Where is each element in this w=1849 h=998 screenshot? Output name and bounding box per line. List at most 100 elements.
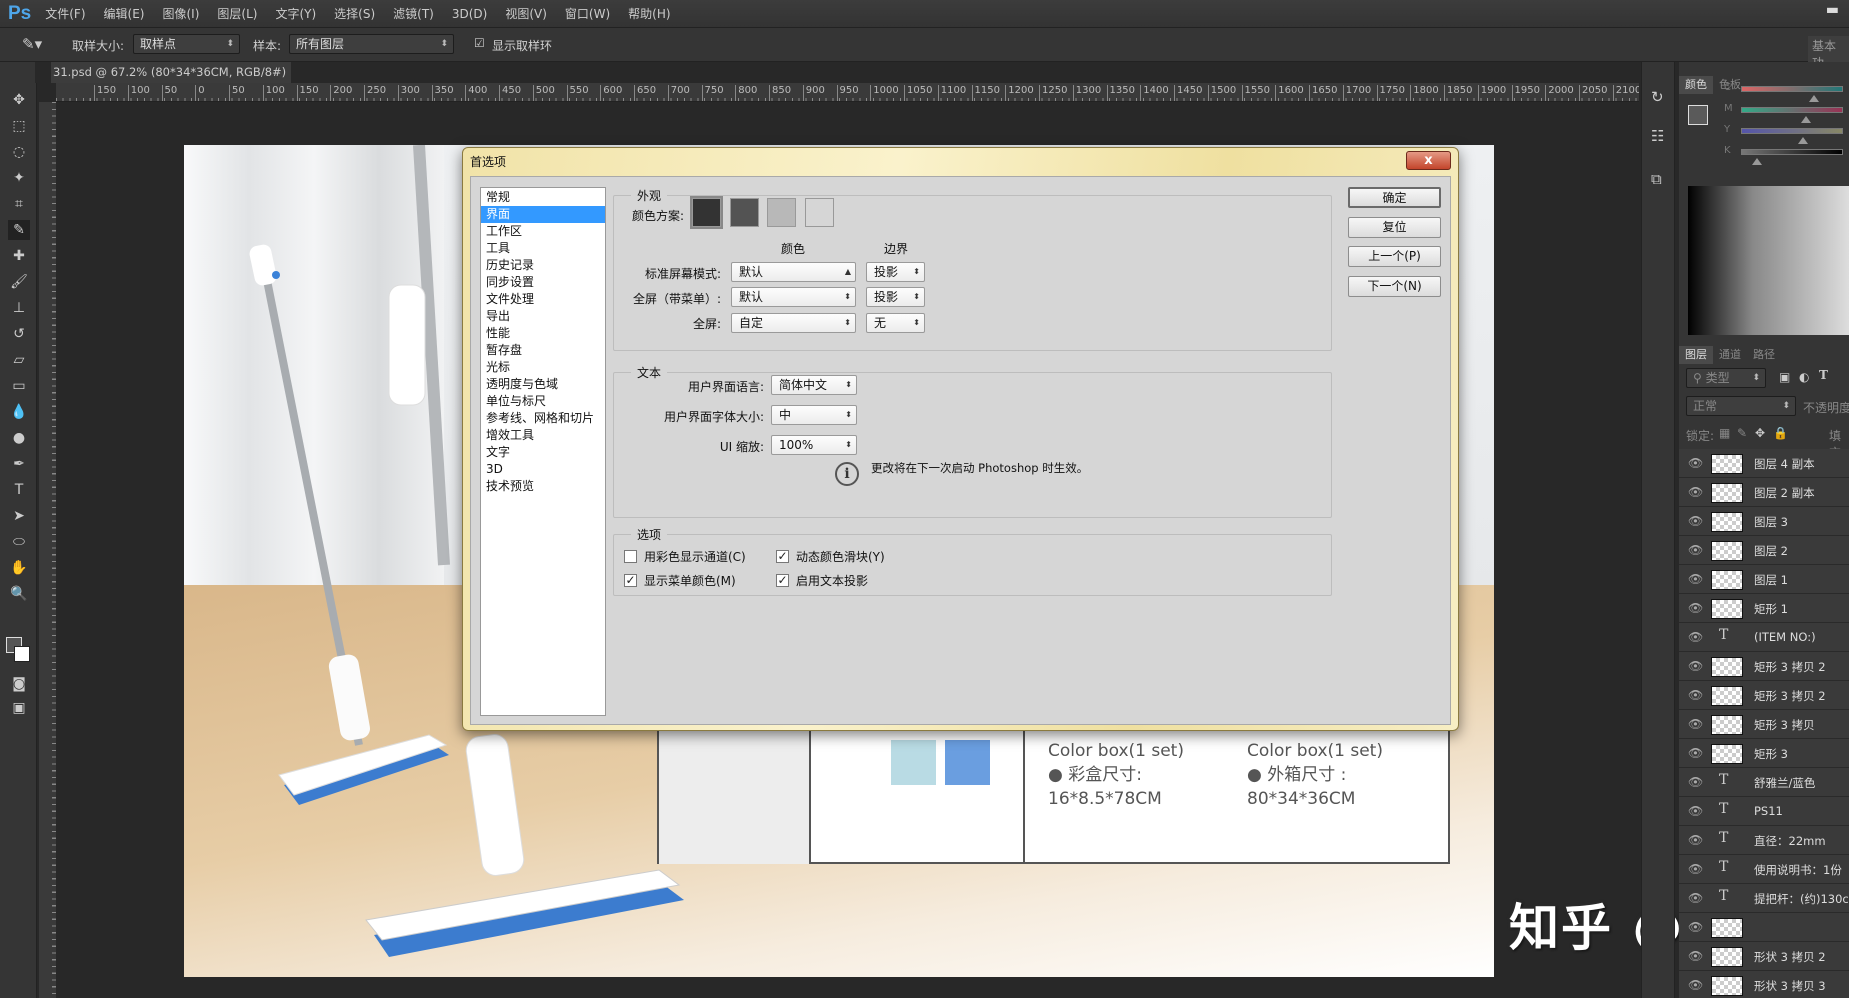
visibility-eye-icon[interactable]: 👁 [1688, 543, 1703, 557]
channel-slider-m[interactable] [1741, 107, 1843, 123]
visibility-eye-icon[interactable]: 👁 [1688, 891, 1703, 905]
fullscreen-color-select[interactable]: 自定 ⬍ [731, 313, 856, 333]
slider-thumb[interactable] [1798, 137, 1808, 144]
color-scheme-dark[interactable] [730, 198, 759, 227]
layer-row[interactable]: 👁 T 舒雅兰/蓝色 [1679, 768, 1849, 797]
eyedropper-tool-icon[interactable]: ✎ [8, 220, 30, 240]
gradient-tool-icon[interactable]: ▭ [8, 376, 30, 396]
category-item[interactable]: 工具 [481, 240, 605, 257]
fullscreen-border-select[interactable]: 无 ⬍ [866, 313, 925, 333]
menu-help[interactable]: 帮助(H) [628, 5, 670, 22]
visibility-eye-icon[interactable]: 👁 [1688, 514, 1703, 528]
history-panel-icon[interactable]: ↻ [1651, 88, 1664, 106]
layer-row[interactable]: 👁 矩形 3 拷贝 [1679, 710, 1849, 739]
channel-slider-c[interactable] [1741, 86, 1843, 102]
eraser-tool-icon[interactable]: ▱ [8, 350, 30, 370]
layer-row[interactable]: 👁 矩形 3 拷贝 2 [1679, 652, 1849, 681]
path-select-icon[interactable]: ➤ [8, 506, 30, 526]
document-tab[interactable]: 31.psd @ 67.2% (80*34*36CM, RGB/8#) × [51, 62, 291, 100]
lock-pixels-icon[interactable]: ✎ [1737, 426, 1747, 440]
color-scheme-light[interactable] [805, 198, 834, 227]
layer-row[interactable]: 👁 矩形 1 [1679, 594, 1849, 623]
vertical-ruler[interactable] [39, 102, 56, 998]
menu-3d[interactable]: 3D(D) [452, 7, 487, 21]
history-brush-icon[interactable]: ↺ [8, 324, 30, 344]
visibility-eye-icon[interactable]: 👁 [1688, 572, 1703, 586]
previous-button[interactable]: 上一个(P) [1348, 246, 1441, 267]
visibility-eye-icon[interactable]: 👁 [1688, 920, 1703, 934]
dynamic-sliders-checkbox[interactable]: ✓ [776, 550, 789, 563]
fullscreen-menu-border-select[interactable]: 投影 ⬍ [866, 287, 925, 307]
show-ring-checkbox[interactable]: ☑ [474, 36, 485, 50]
standard-mode-border-select[interactable]: 投影 ⬍ [866, 262, 925, 282]
menu-edit[interactable]: 编辑(E) [104, 5, 145, 22]
category-item[interactable]: 增效工具 [481, 427, 605, 444]
category-item[interactable]: 常规 [481, 189, 605, 206]
slider-thumb[interactable] [1752, 158, 1762, 165]
visibility-eye-icon[interactable]: 👁 [1688, 949, 1703, 963]
menu-view[interactable]: 视图(V) [505, 5, 547, 22]
category-item[interactable]: 暂存盘 [481, 342, 605, 359]
category-item[interactable]: 光标 [481, 359, 605, 376]
tab-paths[interactable]: 路径 [1747, 346, 1781, 364]
category-item[interactable]: 界面 [481, 206, 605, 223]
menu-layer[interactable]: 图层(L) [217, 5, 257, 22]
menu-colors-checkbox[interactable]: ✓ [624, 574, 637, 587]
layer-row[interactable]: 👁 图层 4 副本 [1679, 449, 1849, 478]
properties-panel-icon[interactable]: ☷ [1651, 127, 1664, 145]
sample-select[interactable]: 所有图层 ⬍ [289, 34, 454, 54]
visibility-eye-icon[interactable]: 👁 [1688, 833, 1703, 847]
screen-mode-icon[interactable]: ▣ [8, 698, 30, 718]
visibility-eye-icon[interactable]: 👁 [1688, 862, 1703, 876]
layer-row[interactable]: 👁 T 直径：22mm [1679, 826, 1849, 855]
ok-button[interactable]: 确定 [1348, 187, 1441, 208]
lock-transparency-icon[interactable]: ▦ [1719, 426, 1730, 440]
layer-row[interactable]: 👁 T (ITEM NO:) [1679, 623, 1849, 652]
quick-mask-icon[interactable]: ◙ [8, 674, 30, 694]
ellipse-tool-icon[interactable]: ⬭ [8, 532, 30, 552]
visibility-eye-icon[interactable]: 👁 [1688, 717, 1703, 731]
stamp-tool-icon[interactable]: ⊥ [8, 298, 30, 318]
ui-language-select[interactable]: 简体中文 ⬍ [771, 375, 857, 395]
tab-color[interactable]: 颜色 [1679, 76, 1713, 94]
reset-button[interactable]: 复位 [1348, 217, 1441, 238]
menu-select[interactable]: 选择(S) [334, 5, 375, 22]
horizontal-ruler[interactable]: 150 100 50 0 50 100 150 200 250 300 350 400 450 500 55… [56, 83, 1639, 102]
blur-tool-icon[interactable]: 💧 [8, 402, 30, 422]
category-item[interactable]: 参考线、网格和切片 [481, 410, 605, 427]
healing-brush-icon[interactable]: ✚ [8, 246, 30, 266]
layer-row[interactable]: 👁 T 提把杆：(约)130c [1679, 884, 1849, 913]
layer-row[interactable]: 👁 形状 3 拷贝 2 [1679, 942, 1849, 971]
color-scheme-medium[interactable] [767, 198, 796, 227]
visibility-eye-icon[interactable]: 👁 [1688, 659, 1703, 673]
blend-mode-select[interactable]: 正常 ⬍ [1686, 396, 1796, 416]
layer-row[interactable]: 👁 图层 3 [1679, 507, 1849, 536]
pen-tool-icon[interactable]: ✒ [8, 454, 30, 474]
visibility-eye-icon[interactable]: 👁 [1688, 804, 1703, 818]
ui-font-size-select[interactable]: 中 ⬍ [771, 405, 857, 425]
menu-window[interactable]: 窗口(W) [565, 5, 610, 22]
slider-thumb[interactable] [1801, 116, 1811, 123]
color-scheme-darkest[interactable] [692, 198, 721, 227]
layer-row[interactable]: 👁 图层 2 副本 [1679, 478, 1849, 507]
lock-all-icon[interactable]: 🔒 [1773, 426, 1788, 440]
dodge-tool-icon[interactable]: ● [8, 428, 30, 448]
next-button[interactable]: 下一个(N) [1348, 276, 1441, 297]
layer-row[interactable]: 👁 [1679, 913, 1849, 942]
type-tool-icon[interactable]: T [8, 480, 30, 500]
layer-row[interactable]: 👁 图层 1 [1679, 565, 1849, 594]
menu-filter[interactable]: 滤镜(T) [393, 5, 434, 22]
visibility-eye-icon[interactable]: 👁 [1688, 601, 1703, 615]
channel-slider-k[interactable] [1741, 149, 1843, 165]
foreground-color[interactable] [1688, 105, 1708, 125]
filter-pixel-icon[interactable]: ▣ [1779, 370, 1790, 384]
slider-thumb[interactable] [1809, 95, 1819, 102]
visibility-eye-icon[interactable]: 👁 [1688, 746, 1703, 760]
visibility-eye-icon[interactable]: 👁 [1688, 978, 1703, 992]
menu-type[interactable]: 文字(Y) [275, 5, 316, 22]
brush-tool-icon[interactable]: 🖌 [8, 272, 30, 292]
layer-row[interactable]: 👁 矩形 3 [1679, 739, 1849, 768]
channel-slider-y[interactable] [1741, 128, 1843, 144]
color-ramp[interactable] [1688, 186, 1849, 335]
eyedropper-icon[interactable]: ✎▾ [22, 35, 42, 53]
